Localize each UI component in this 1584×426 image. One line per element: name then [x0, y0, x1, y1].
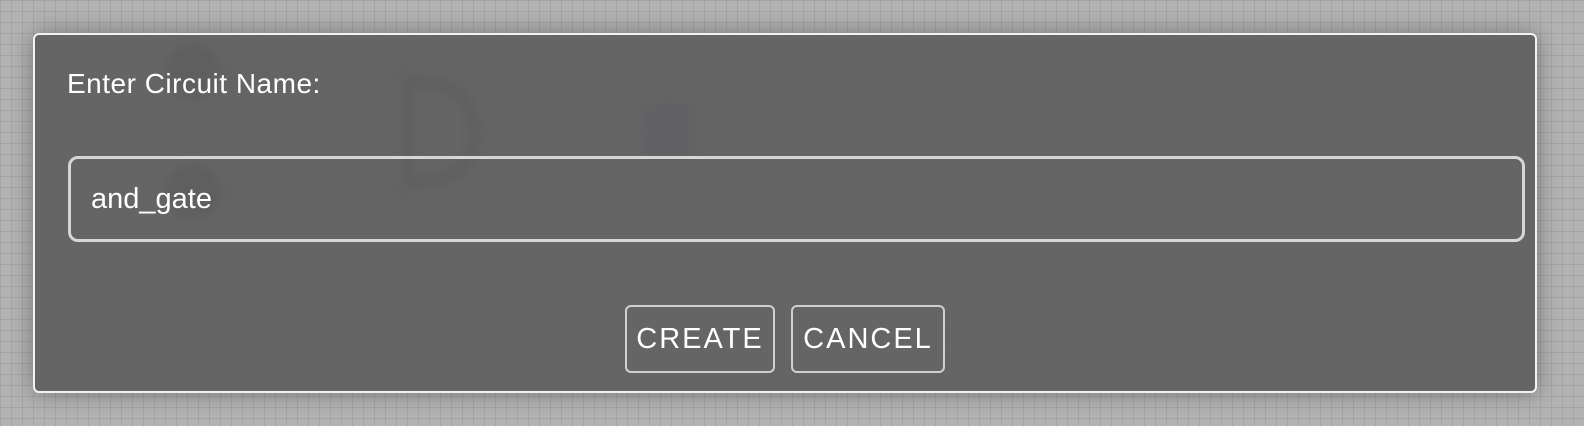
circuit-name-input[interactable] [68, 156, 1525, 242]
create-circuit-dialog: Enter Circuit Name: CREATE CANCEL [33, 33, 1537, 393]
create-button[interactable]: CREATE [625, 305, 775, 373]
cancel-button[interactable]: CANCEL [791, 305, 945, 373]
dialog-title: Enter Circuit Name: [67, 68, 321, 99]
